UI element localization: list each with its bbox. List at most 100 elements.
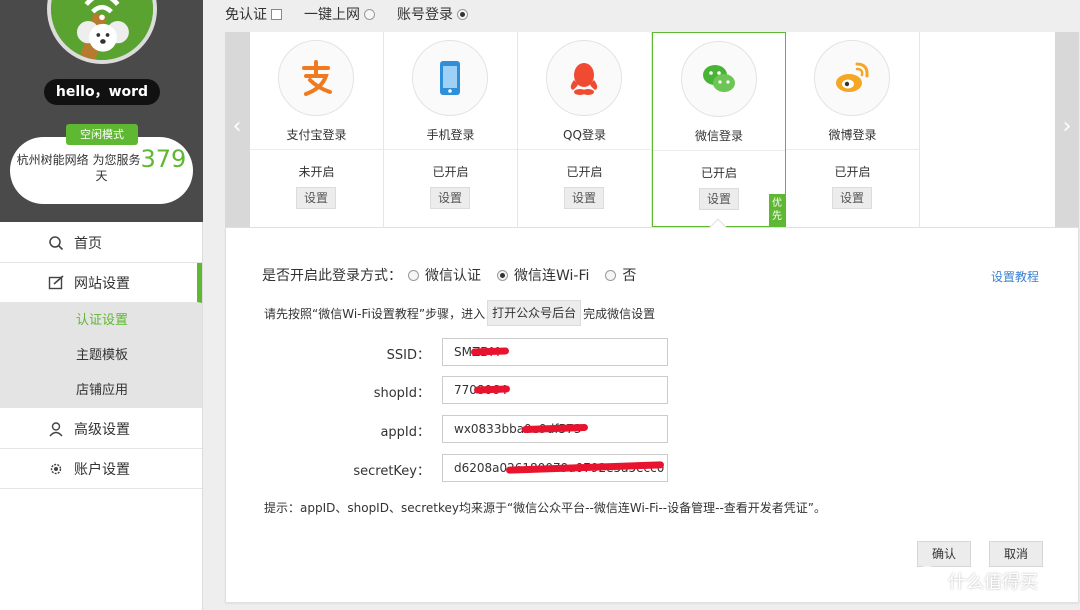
option-account-login[interactable]: 账号登录 <box>397 4 468 24</box>
gear-icon <box>50 463 62 475</box>
field-label: SSID： <box>386 348 430 363</box>
priority-badge: 优先 <box>769 194 785 226</box>
option-label: 否 <box>622 268 637 284</box>
method-status: 未开启 <box>298 165 335 179</box>
option-label: 微信连Wi-Fi <box>514 268 590 284</box>
sidebar-item-label: 账户设置 <box>74 461 130 478</box>
method-settings-button[interactable]: 设置 <box>832 187 872 209</box>
method-name: QQ登录 <box>563 128 606 142</box>
method-status: 已开启 <box>700 166 737 180</box>
method-name: 手机登录 <box>426 128 475 142</box>
field-ssid: SSID： SMZDM <box>226 338 676 366</box>
redaction-mark <box>473 385 511 394</box>
method-status: 已开启 <box>432 165 469 179</box>
no-auth-checkbox[interactable] <box>271 8 282 20</box>
field-label: secretKey： <box>353 464 430 479</box>
wechat-icon <box>681 41 757 117</box>
avatar[interactable] <box>47 0 157 64</box>
user-icon <box>49 422 63 437</box>
field-label: shopId： <box>373 386 430 401</box>
profile-card: hello，word 空闲模式 杭州树能网络 为您服务379 天 <box>0 0 203 222</box>
method-status: 已开启 <box>834 165 871 179</box>
chevron-right-icon[interactable]: › <box>1055 32 1079 227</box>
sidebar-item-advanced-settings[interactable]: 高级设置 <box>0 409 202 449</box>
sidebar-item-home[interactable]: 首页 <box>0 223 202 263</box>
option-no[interactable]: 否 <box>605 265 636 285</box>
koala-avatar-icon <box>51 0 153 60</box>
wechat-wifi-radio[interactable] <box>497 269 508 281</box>
wechat-auth-radio[interactable] <box>408 269 419 281</box>
sidebar-item-account-settings[interactable]: 账户设置 <box>0 449 202 489</box>
question-label: 是否开启此登录方式： <box>262 268 402 284</box>
login-method-weibo[interactable]: 微博登录 已开启 设置 <box>786 32 920 227</box>
sidebar-item-site-settings[interactable]: 网站设置 <box>0 263 202 303</box>
divider <box>786 149 919 150</box>
watermark-text: 什么值得买 <box>948 572 1038 593</box>
hint-text: 提示：appID、shopID、secretkey均来源于“微信公众平台--微信… <box>264 501 827 515</box>
divider <box>518 149 651 150</box>
divider <box>250 149 383 150</box>
method-settings-button[interactable]: 设置 <box>564 187 604 209</box>
sidebar-subitem-theme-templates[interactable]: 主题模板 <box>0 338 202 373</box>
service-days-count: 379 <box>140 145 187 173</box>
login-method-list: 支付宝登录 未开启 设置 手机登录 已开启 设置 QQ登录 已开启 设置 微信登… <box>250 32 1055 227</box>
method-settings-button[interactable]: 设置 <box>699 188 739 210</box>
chevron-left-icon[interactable]: ‹ <box>225 32 249 227</box>
account-login-radio[interactable] <box>457 8 468 20</box>
divider <box>653 150 785 151</box>
instruction-text: 完成微信设置 <box>583 306 656 321</box>
method-settings-button[interactable]: 设置 <box>296 187 336 209</box>
method-name: 微信登录 <box>694 129 743 143</box>
search-icon <box>49 236 64 251</box>
option-no-auth[interactable]: 免认证 <box>225 4 282 24</box>
method-status: 已开启 <box>566 165 603 179</box>
field-label: appId： <box>380 425 430 440</box>
sidebar-item-label: 网站设置 <box>74 275 130 292</box>
auth-mode-options: 免认证 一键上网 账号登录 <box>225 4 490 24</box>
qq-icon <box>546 40 622 116</box>
confirm-button[interactable]: 确认 <box>917 541 971 567</box>
watermark-logo-icon: 值 <box>912 566 942 596</box>
phone-icon <box>412 40 488 116</box>
login-method-wechat[interactable]: 微信登录 已开启 设置 优先 <box>652 32 786 227</box>
sidebar-item-label: 首页 <box>74 235 102 252</box>
divider <box>384 149 517 150</box>
login-method-qq[interactable]: QQ登录 已开启 设置 <box>518 32 652 227</box>
watermark: 值 什么值得买 <box>912 566 1038 596</box>
method-name: 支付宝登录 <box>286 128 347 142</box>
enable-login-question: 是否开启此登录方式： 微信认证 微信连Wi-Fi 否 <box>262 265 636 285</box>
service-suffix: 天 <box>95 169 108 183</box>
weibo-icon <box>814 40 890 116</box>
option-label: 微信认证 <box>425 268 481 284</box>
option-label: 免认证 <box>225 7 267 23</box>
wechat-settings-panel: 是否开启此登录方式： 微信认证 微信连Wi-Fi 否 设置教程 请先按照“微信W… <box>225 218 1079 603</box>
field-secretkey: secretKey： d6208a026180079a0792e5a5ecc0 <box>226 454 676 482</box>
edit-icon <box>48 275 64 290</box>
field-shopid: shopId： 7708064 <box>226 376 676 404</box>
sidebar-subitem-auth-settings[interactable]: 认证设置 <box>0 303 202 338</box>
option-one-click[interactable]: 一键上网 <box>304 4 375 24</box>
option-label: 账号登录 <box>397 7 453 23</box>
method-settings-button[interactable]: 设置 <box>430 187 470 209</box>
open-backend-button[interactable]: 打开公众号后台 <box>487 300 582 326</box>
cancel-button[interactable]: 取消 <box>989 541 1043 567</box>
option-wechat-auth[interactable]: 微信认证 <box>408 265 481 285</box>
login-method-phone[interactable]: 手机登录 已开启 设置 <box>384 32 518 227</box>
option-wechat-wifi[interactable]: 微信连Wi-Fi <box>497 265 589 285</box>
setup-tutorial-link[interactable]: 设置教程 <box>991 268 1039 285</box>
sidebar-subitem-store-apps[interactable]: 店铺应用 <box>0 373 202 408</box>
status-badge: 空闲模式 <box>66 124 138 145</box>
instruction-text: 请先按照“微信Wi-Fi设置教程”步骤，进入 <box>264 306 486 321</box>
alipay-icon <box>278 40 354 116</box>
instruction-row: 请先按照“微信Wi-Fi设置教程”步骤，进入 打开公众号后台 完成微信设置 <box>264 300 655 326</box>
empty-method-slot <box>920 32 1055 227</box>
redaction-mark <box>470 347 510 356</box>
login-method-carousel: ‹ 支付宝登录 未开启 设置 手机登录 已开启 设置 QQ登录 已开启 设置 微… <box>225 32 1079 227</box>
sidebar: hello，word 空闲模式 杭州树能网络 为您服务379 天 首页 网站设置… <box>0 0 203 610</box>
login-method-alipay[interactable]: 支付宝登录 未开启 设置 <box>250 32 384 227</box>
one-click-radio[interactable] <box>364 8 375 20</box>
no-radio[interactable] <box>605 269 617 281</box>
sidebar-item-label: 高级设置 <box>74 421 130 438</box>
service-prefix: 杭州树能网络 为您服务 <box>16 153 141 167</box>
method-name: 微博登录 <box>828 128 877 142</box>
